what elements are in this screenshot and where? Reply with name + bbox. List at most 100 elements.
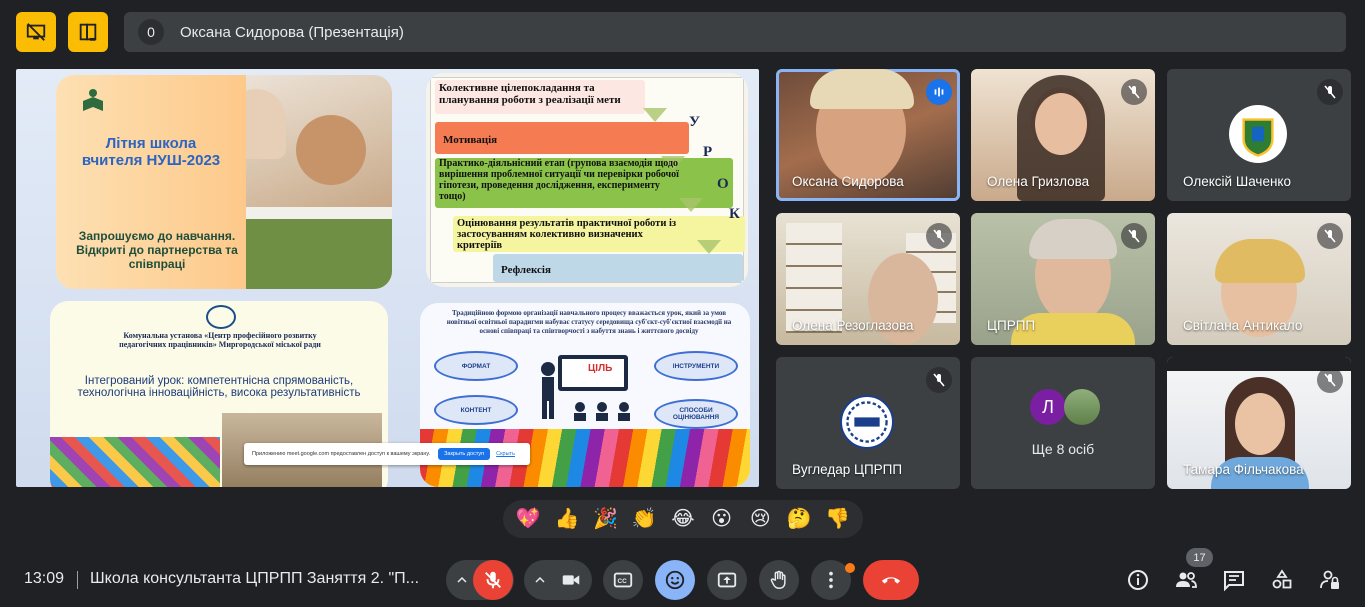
layout-icon	[79, 23, 97, 41]
meeting-details-button[interactable]	[1124, 566, 1152, 594]
institution-emblem-icon	[206, 305, 236, 329]
mic-off-icon	[1317, 79, 1343, 105]
raise-hand-button[interactable]	[759, 560, 799, 600]
mic-off-icon	[1317, 223, 1343, 249]
reaction-party[interactable]: 🎉	[590, 507, 622, 531]
mic-off-icon	[1121, 223, 1147, 249]
screen-share-toast: Приложению meet.google.com предоставлен …	[244, 443, 530, 465]
leave-call-button[interactable]	[863, 560, 919, 600]
more-participants-label: Ще 8 осіб	[1031, 441, 1095, 457]
participant-name: Світлана Антикало	[1183, 318, 1303, 333]
avatar: Л	[1030, 389, 1066, 425]
video-camera-icon	[562, 575, 580, 585]
slide2-row2: Мотивація	[443, 134, 498, 146]
slide2-row5: Рефлексія	[501, 264, 551, 276]
participant-name: Олена Гризлова	[987, 174, 1090, 189]
participant-tile[interactable]: Олена Резоглазова	[776, 213, 960, 345]
ellipse-content: КОНТЕНТ	[434, 395, 518, 425]
chevron-up-icon[interactable]	[532, 572, 548, 588]
mic-off-icon	[926, 223, 952, 249]
present-off-icon	[26, 23, 46, 41]
host-controls-button[interactable]	[1316, 566, 1344, 594]
presenter-count: 0	[138, 19, 164, 45]
reaction-heart[interactable]: 💖	[512, 507, 544, 531]
toast-text: Приложению meet.google.com предоставлен …	[252, 451, 431, 457]
hand-icon	[770, 570, 786, 589]
reaction-thinking[interactable]: 🤔	[783, 507, 815, 531]
slide2-row4: Оцінювання результатів практичної роботи…	[457, 218, 677, 251]
people-icon	[1176, 572, 1197, 588]
mic-off-icon	[926, 367, 952, 393]
slide1-title: Літня школа вчителя НУШ-2023	[81, 135, 221, 169]
stop-sharing-button[interactable]: Закрыть доступ	[438, 448, 491, 460]
participant-name: Вугледар ЦПРПП	[792, 462, 903, 477]
closed-captions-icon: CC	[613, 572, 633, 588]
more-participants-tile[interactable]: Л Ще 8 осіб	[971, 357, 1155, 489]
reaction-surprised[interactable]: 😮	[706, 507, 738, 531]
letter-k: К	[729, 206, 740, 222]
layout-button[interactable]	[68, 12, 108, 52]
notification-dot	[845, 563, 855, 573]
slide-summer-school: Літня школа вчителя НУШ-2023 Запрошуємо …	[56, 75, 392, 289]
participant-tile[interactable]: Вугледар ЦПРПП	[776, 357, 960, 489]
people-count-badge: 17	[1186, 548, 1213, 567]
activities-shapes-icon	[1272, 569, 1292, 589]
end-call-icon	[881, 577, 901, 584]
presenter-bar[interactable]: 0 Оксана Сидорова (Презентація)	[124, 12, 1346, 52]
speaking-indicator-icon	[926, 79, 952, 105]
slide4-text: Традиційною формою організації навчально…	[446, 309, 732, 335]
chevron-up-icon[interactable]	[454, 572, 470, 588]
reaction-thumbs-up[interactable]: 👍	[551, 507, 583, 531]
activities-button[interactable]	[1268, 566, 1296, 594]
mic-toggle-button[interactable]	[473, 560, 513, 600]
reactions-button[interactable]	[655, 560, 695, 600]
reactions-bar: 💖 👍 🎉 👏 😂 😮 😢 🤔 👎	[503, 500, 863, 538]
participant-tile[interactable]: ЦПРПП	[971, 213, 1155, 345]
captions-button[interactable]: CC	[603, 560, 643, 600]
avatar	[1064, 389, 1100, 425]
participant-tile[interactable]: Оксана Сидорова	[776, 69, 960, 201]
teacher-students-icon	[541, 362, 630, 421]
reaction-clap[interactable]: 👏	[628, 507, 660, 531]
participant-tile[interactable]: Олена Гризлова	[971, 69, 1155, 201]
hide-toast-link[interactable]: Скрыть	[496, 451, 515, 457]
present-button[interactable]	[707, 560, 747, 600]
slide3-org: Комунальна установа «Центр професійного …	[119, 331, 321, 349]
svg-text:CC: CC	[618, 578, 628, 585]
reaction-sad[interactable]: 😢	[744, 507, 776, 531]
emoji-icon	[665, 570, 685, 590]
participant-name: Тамара Фільчакова	[1183, 462, 1304, 477]
ellipse-instruments: ІНСТРУМЕНТИ	[654, 351, 738, 381]
more-vertical-icon	[829, 571, 833, 589]
slide1-subtitle: Запрошуємо до навчання. Відкриті до парт…	[76, 229, 238, 271]
reaction-laugh[interactable]: 😂	[667, 507, 699, 531]
book-logo-icon	[83, 89, 103, 111]
mic-off-icon	[1317, 367, 1343, 393]
stop-presenting-icon-button[interactable]	[16, 12, 56, 52]
letter-r: Р	[703, 144, 713, 160]
participant-name: Олена Резоглазова	[792, 318, 914, 333]
chat-icon	[1224, 571, 1244, 592]
participant-tile[interactable]: Світлана Антикало	[1167, 213, 1351, 345]
people-button[interactable]	[1172, 566, 1200, 594]
meeting-title: Школа консультанта ЦПРПП Заняття 2. "П..…	[90, 570, 420, 587]
reaction-thumbs-down[interactable]: 👎	[822, 507, 854, 531]
participant-name: ЦПРПП	[987, 318, 1036, 333]
presentation-stage[interactable]: Літня школа вчителя НУШ-2023 Запрошуємо …	[16, 69, 759, 487]
camera-toggle-button[interactable]	[551, 560, 591, 600]
mic-off-icon	[1121, 79, 1147, 105]
ellipse-format: ФОРМАТ	[434, 351, 518, 381]
participant-name: Оксана Сидорова	[792, 174, 904, 189]
slide3-topic: Інтегрований урок: компетентнісна спрямо…	[77, 375, 361, 399]
participant-tile[interactable]: Олексій Шаченко	[1167, 69, 1351, 201]
mic-off-icon	[485, 571, 501, 589]
participant-name: Олексій Шаченко	[1183, 174, 1291, 189]
divider	[77, 571, 78, 589]
chat-button[interactable]	[1220, 566, 1248, 594]
letter-o: О	[717, 176, 729, 192]
present-screen-icon	[717, 572, 737, 588]
participant-tile[interactable]: Тамара Фільчакова	[1167, 357, 1351, 489]
city-emblem-avatar	[1229, 105, 1287, 163]
ellipse-assessment: СПОСОБИ ОЦІНЮВАННЯ	[654, 399, 738, 429]
cprpp-logo-avatar	[840, 395, 894, 449]
